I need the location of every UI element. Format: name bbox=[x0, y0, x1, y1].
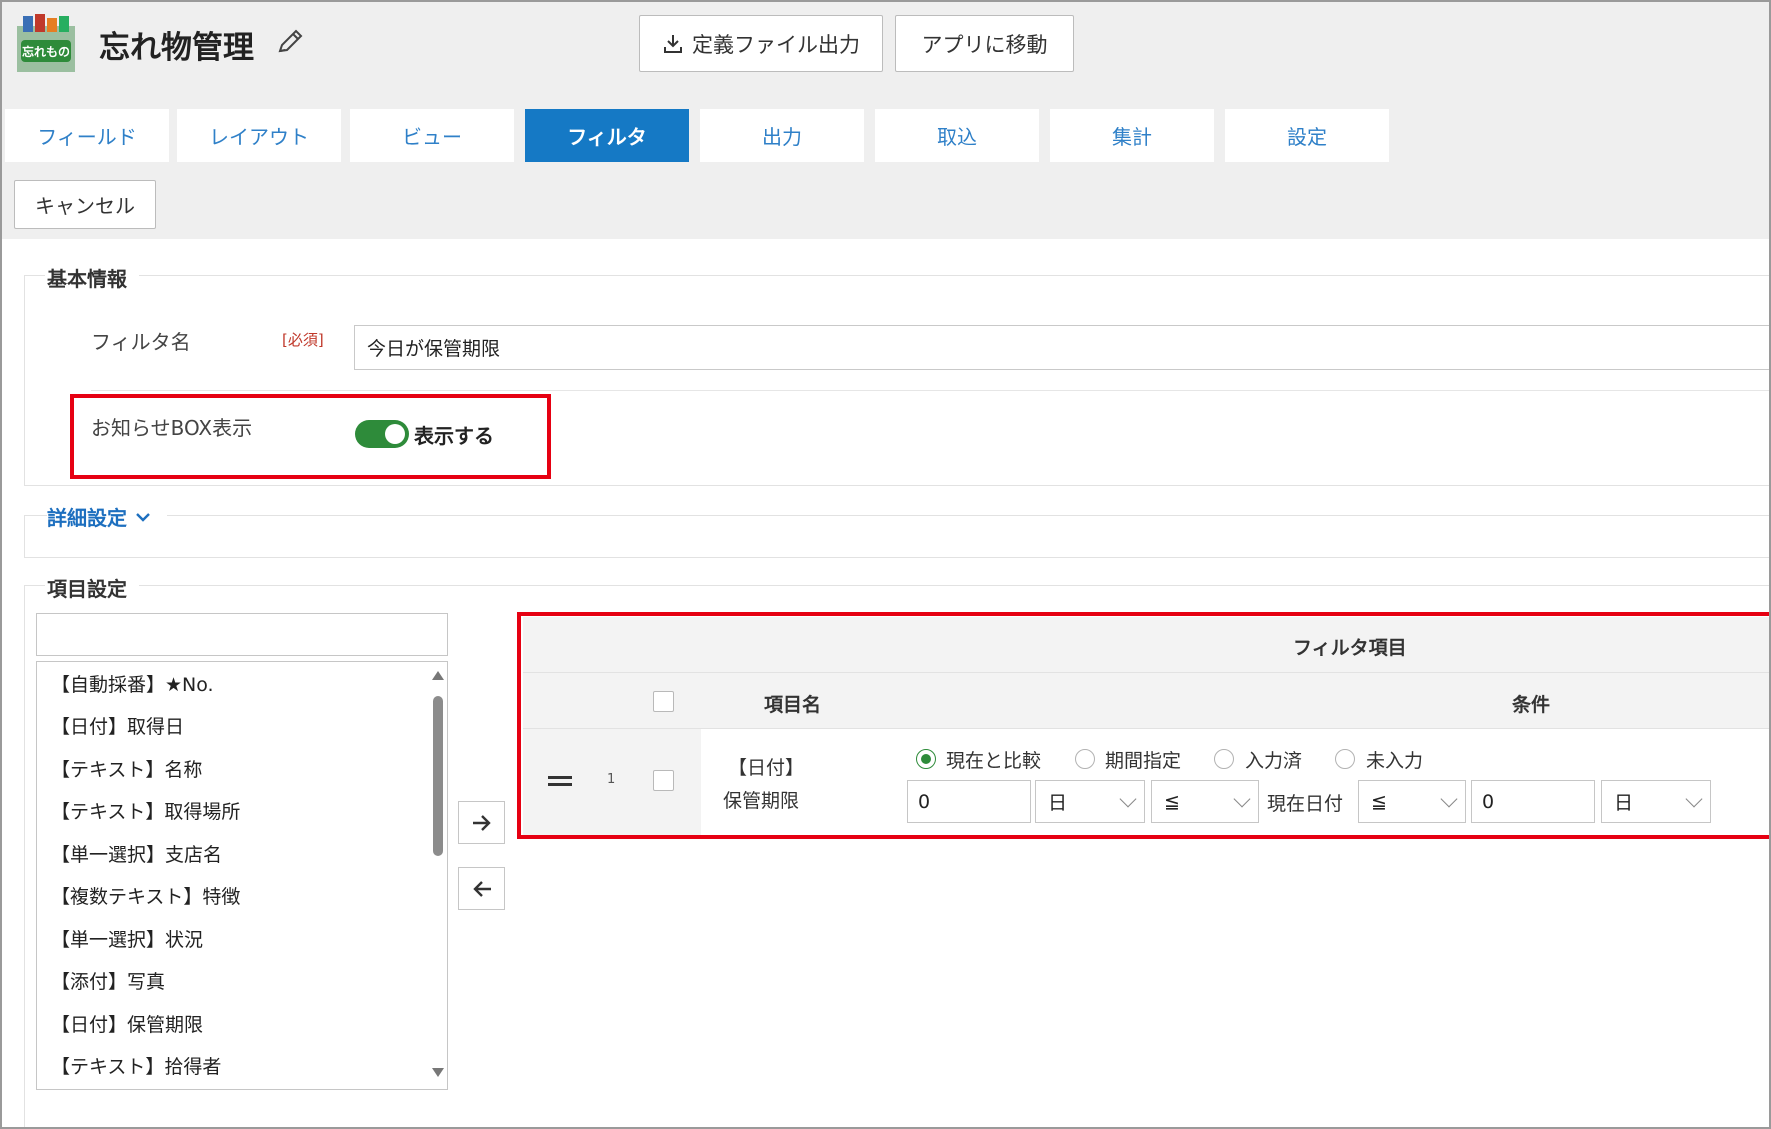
field-listbox[interactable]: 【自動採番】★No. 【日付】取得日 【テキスト】名称 【テキスト】取得場所 【… bbox=[36, 661, 448, 1090]
scrollbar-thumb[interactable] bbox=[433, 696, 443, 856]
tab-bar: フィールド レイアウト ビュー フィルタ 出力 取込 集計 設定 bbox=[2, 102, 1769, 172]
list-item[interactable]: 【単一選択】支店名 bbox=[51, 840, 222, 867]
scroll-up-arrow[interactable] bbox=[432, 671, 444, 680]
filter-name-label: フィルタ名 bbox=[91, 330, 191, 354]
tab-filter[interactable]: フィルタ bbox=[525, 109, 689, 162]
chevron-down-icon bbox=[136, 512, 150, 522]
add-field-button[interactable] bbox=[458, 801, 505, 844]
list-item[interactable]: 【テキスト】名称 bbox=[51, 755, 202, 782]
list-item[interactable]: 【自動採番】★No. bbox=[51, 670, 214, 697]
arrow-right-icon bbox=[472, 814, 491, 831]
list-item[interactable]: 【複数テキスト】特徴 bbox=[51, 882, 240, 909]
app-icon: 忘れもの bbox=[15, 12, 77, 74]
export-label: 定義ファイル出力 bbox=[692, 32, 860, 57]
list-item[interactable]: 【テキスト】拾得者 bbox=[51, 1052, 221, 1079]
tab-view[interactable]: ビュー bbox=[350, 109, 514, 162]
detail-settings-label: 詳細設定 bbox=[47, 506, 127, 530]
export-definition-button[interactable]: 定義ファイル出力 bbox=[639, 15, 883, 72]
app-window: 忘れもの 忘れ物管理 定義ファイル出力 アプリに移動 フィールド レイアウト ビ… bbox=[0, 0, 1771, 1129]
app-header: 忘れもの 忘れ物管理 定義ファイル出力 アプリに移動 bbox=[2, 2, 1769, 102]
tab-import[interactable]: 取込 bbox=[875, 109, 1039, 162]
app-title: 忘れ物管理 bbox=[99, 30, 254, 66]
list-item[interactable]: 【単一選択】状況 bbox=[51, 925, 203, 952]
scroll-down-arrow[interactable] bbox=[432, 1068, 444, 1077]
divider bbox=[24, 557, 1769, 558]
item-settings-legend: 項目設定 bbox=[45, 573, 139, 602]
remove-field-button[interactable] bbox=[458, 867, 505, 910]
detail-section bbox=[24, 515, 1769, 557]
required-badge: [必須] bbox=[282, 331, 324, 349]
divider bbox=[91, 390, 1769, 391]
tab-field[interactable]: フィールド bbox=[5, 109, 169, 162]
filter-name-input[interactable]: 今日が保管期限 bbox=[354, 325, 1769, 370]
arrow-left-icon bbox=[472, 880, 491, 897]
tab-settings[interactable]: 設定 bbox=[1225, 109, 1389, 162]
goto-app-button[interactable]: アプリに移動 bbox=[895, 15, 1074, 72]
tab-output[interactable]: 出力 bbox=[700, 109, 864, 162]
cancel-button[interactable]: キャンセル bbox=[14, 180, 156, 229]
detail-settings-toggle[interactable]: 詳細設定 bbox=[47, 502, 167, 531]
download-icon bbox=[664, 34, 682, 53]
tab-aggregate[interactable]: 集計 bbox=[1050, 109, 1214, 162]
highlight-box-filter-items bbox=[517, 612, 1769, 839]
list-item[interactable]: 【日付】取得日 bbox=[51, 712, 184, 739]
list-item[interactable]: 【日付】保管期限 bbox=[51, 1010, 203, 1037]
highlight-box-notice bbox=[70, 394, 551, 479]
app-icon-text: 忘れもの bbox=[22, 44, 70, 59]
tab-layout[interactable]: レイアウト bbox=[177, 109, 341, 162]
pencil-icon[interactable] bbox=[274, 26, 306, 58]
toolbar: キャンセル bbox=[2, 172, 1769, 239]
field-search-input[interactable] bbox=[36, 613, 448, 656]
list-item[interactable]: 【テキスト】取得場所 bbox=[51, 797, 240, 824]
basic-info-legend: 基本情報 bbox=[45, 263, 139, 292]
list-item[interactable]: 【添付】写真 bbox=[51, 967, 165, 994]
